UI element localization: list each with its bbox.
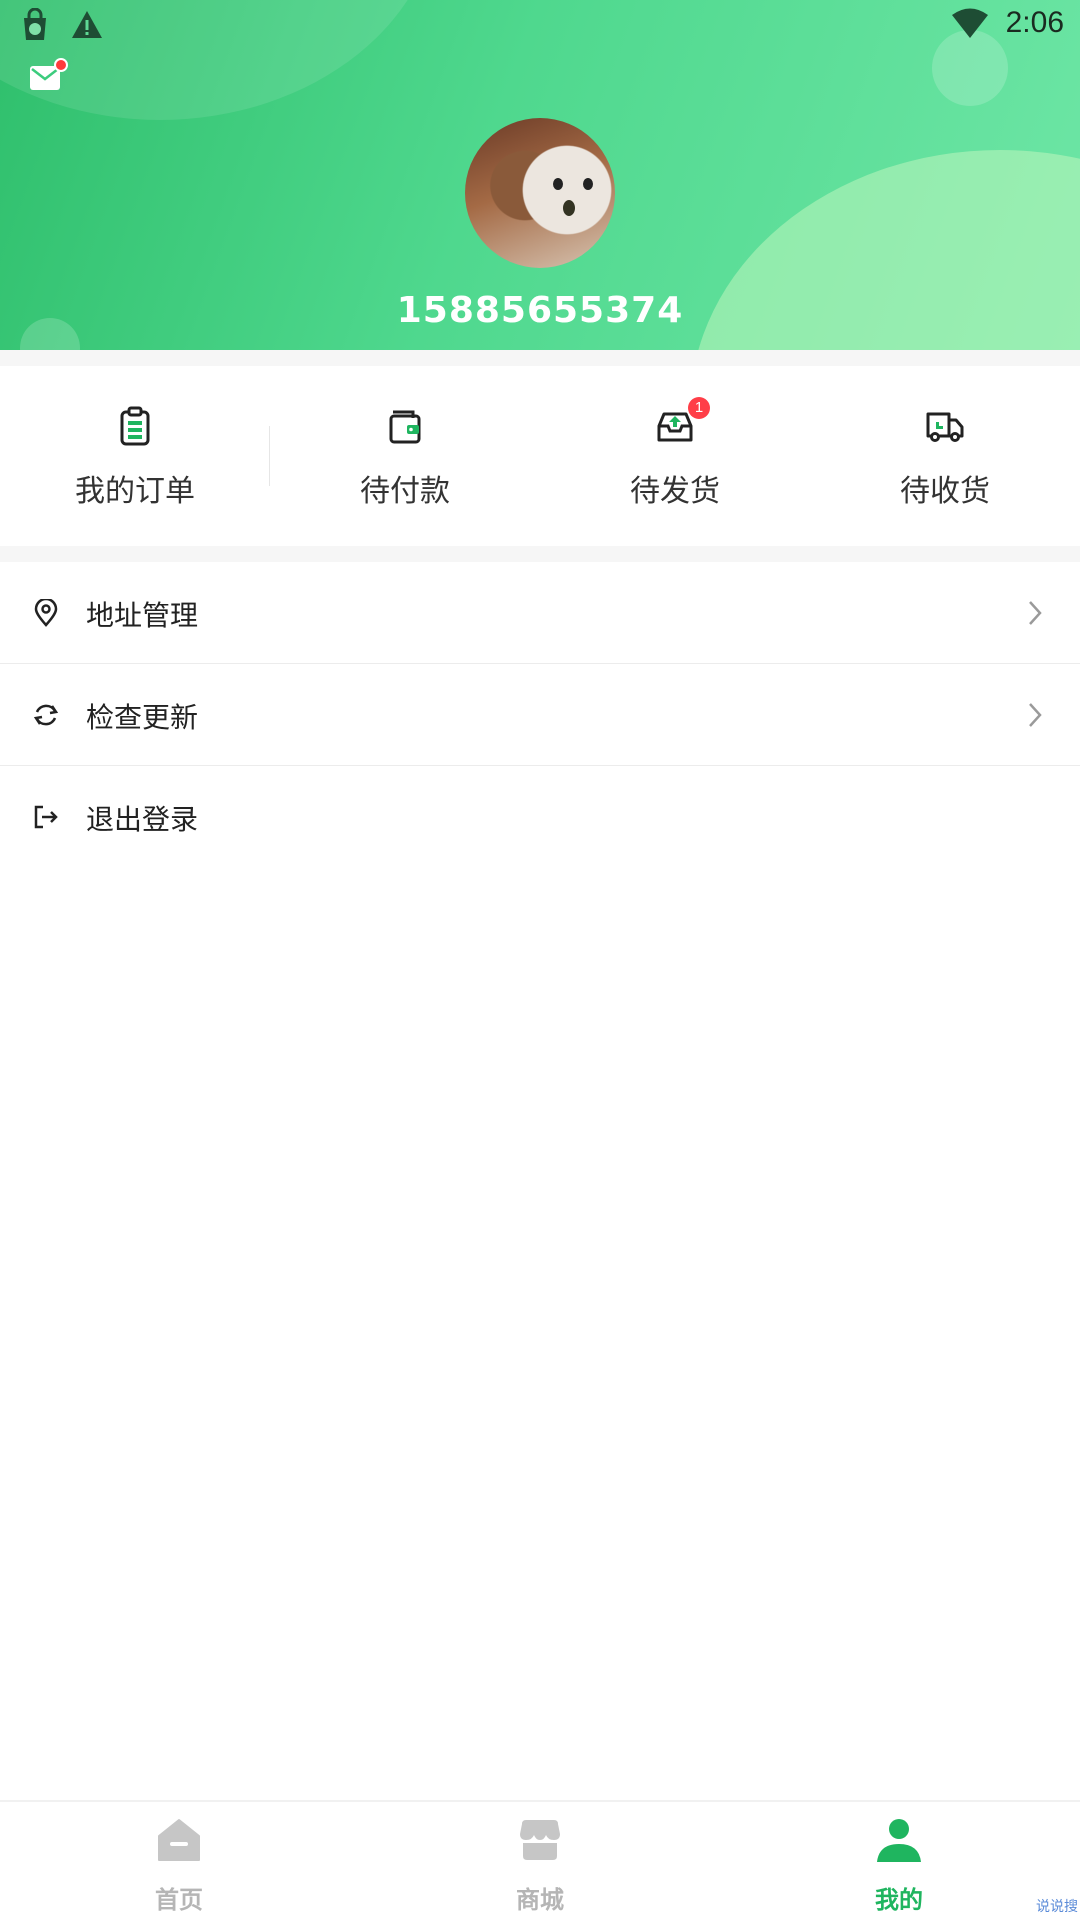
menu-item-logout[interactable]: 退出登录 — [0, 766, 1080, 868]
menu-item-label: 退出登录 — [86, 803, 199, 836]
nav-shop-label: 商城 — [516, 1886, 564, 1914]
menu-item-address[interactable]: 地址管理 — [0, 562, 1080, 664]
bottom-nav: 首页 商城 我的 — [0, 1800, 1080, 1920]
section-gap — [0, 350, 1080, 366]
settings-menu: 地址管理 检查更新 退出登录 — [0, 562, 1080, 868]
warning-icon — [72, 11, 102, 38]
refresh-icon — [33, 704, 59, 726]
avatar-detail — [563, 200, 575, 216]
status-time: 2:06 — [1005, 6, 1064, 39]
unread-dot — [54, 58, 68, 72]
home-icon — [158, 1819, 200, 1861]
section-gap — [0, 546, 1080, 562]
order-pending-receipt[interactable]: 待收货 — [810, 366, 1080, 546]
avatar-detail — [583, 178, 593, 190]
user-icon — [877, 1819, 921, 1862]
order-pending-payment[interactable]: 待付款 — [270, 366, 540, 546]
profile-header: 2:06 15885655374 — [0, 0, 1080, 350]
app-store-icon — [24, 8, 46, 40]
nav-profile-label: 我的 — [875, 1886, 923, 1914]
order-pending-payment-label: 待付款 — [360, 474, 450, 509]
watermark-text: 说说搜 — [1036, 1899, 1078, 1915]
order-shortcuts: 我的订单 待付款 待发货 待收货 — [0, 366, 1080, 546]
menu-item-label: 检查更新 — [86, 701, 199, 734]
chevron-right-icon — [1029, 703, 1042, 727]
location-pin-icon — [34, 599, 58, 627]
wallet-icon — [389, 410, 421, 444]
shop-icon — [520, 1820, 560, 1860]
avatar[interactable] — [465, 118, 615, 268]
status-bar: 2:06 — [0, 0, 1080, 52]
menu-item-check-update[interactable]: 检查更新 — [0, 664, 1080, 766]
user-phone: 15885655374 — [396, 290, 684, 331]
menu-item-label: 地址管理 — [86, 599, 199, 632]
order-pending-shipment[interactable]: 待发货 — [540, 366, 810, 546]
order-pending-shipment-label: 待发货 — [630, 474, 720, 509]
logout-icon — [34, 805, 58, 829]
clipboard-icon — [120, 406, 150, 446]
chevron-right-icon — [1029, 601, 1042, 625]
avatar-detail — [553, 178, 563, 190]
nav-home[interactable]: 首页 — [79, 1802, 279, 1920]
truck-icon — [926, 412, 964, 442]
order-all-label: 我的订单 — [75, 474, 195, 509]
nav-home-label: 首页 — [155, 1886, 203, 1914]
nav-shop[interactable]: 商城 — [440, 1802, 640, 1920]
wifi-icon — [951, 8, 988, 38]
shipment-count-badge: 1 — [688, 397, 710, 419]
order-all[interactable]: 我的订单 — [0, 366, 270, 546]
order-pending-receipt-label: 待收货 — [900, 474, 990, 509]
nav-profile[interactable]: 我的 — [799, 1802, 999, 1920]
